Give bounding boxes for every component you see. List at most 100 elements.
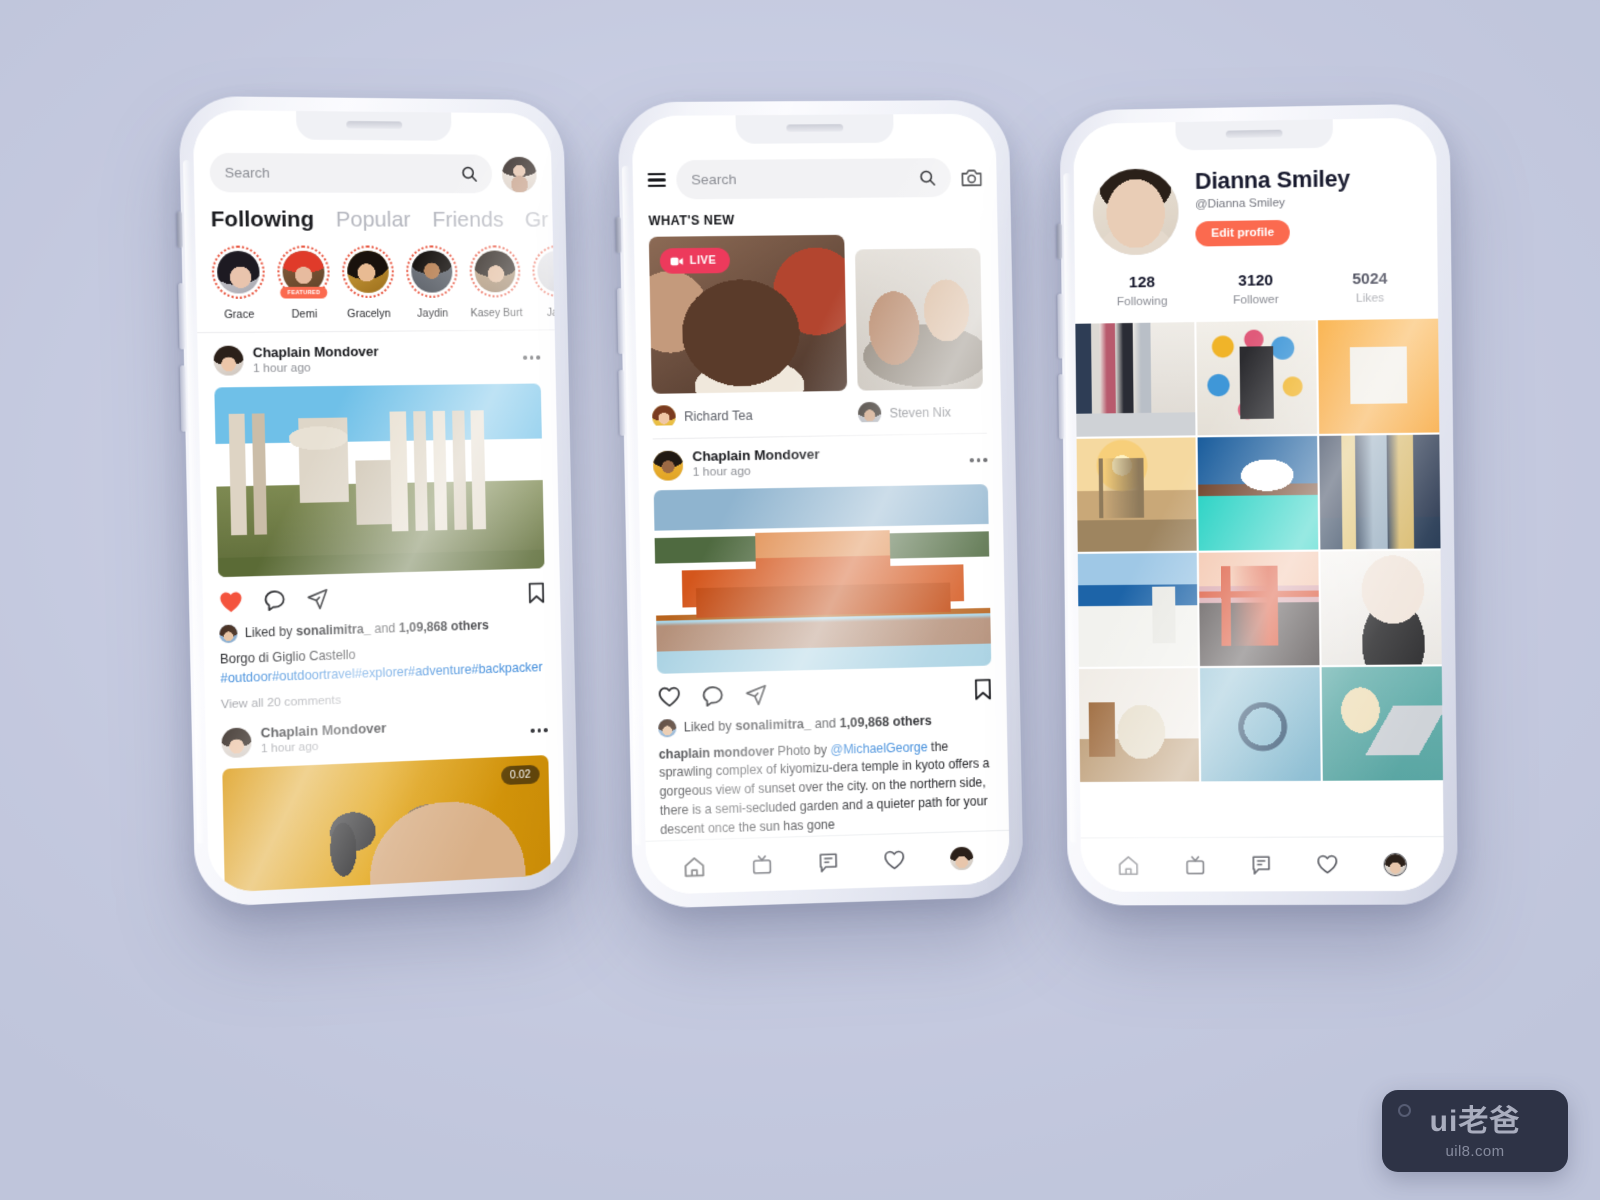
search-icon[interactable] [918, 169, 936, 187]
phone2-volume-up-button[interactable] [616, 288, 624, 355]
share-icon[interactable] [744, 683, 768, 706]
live-card[interactable]: LIVE Richard Tea [648, 234, 848, 427]
video-card[interactable]: Steven Nix [854, 233, 984, 426]
phone2-volume-down-button[interactable] [618, 369, 625, 436]
post-caption: chaplain mondover Photo by @MichaelGeorg… [644, 728, 1009, 841]
search-input[interactable]: Search [209, 152, 493, 194]
avatar[interactable] [652, 450, 684, 481]
grid-item[interactable] [1320, 550, 1442, 666]
grid-item[interactable] [1075, 322, 1196, 437]
phone2-screen: Search WHAT'S NEW LIVE Richard Tea Steve… [631, 113, 1010, 895]
card-user[interactable]: Richard Tea [652, 391, 848, 427]
grid-item[interactable] [1199, 667, 1321, 782]
avatar[interactable] [501, 156, 537, 192]
liked-user[interactable]: sonalimitra_ [735, 717, 811, 734]
phone-mockup-2: Search WHAT'S NEW LIVE Richard Tea Steve… [615, 99, 1024, 910]
story-thumb [216, 251, 260, 294]
stat-likes[interactable]: 5024 Likes [1313, 269, 1428, 305]
bottom-tabbar[interactable] [1080, 836, 1445, 892]
bottom-tabbar[interactable] [645, 829, 1010, 895]
tab-following[interactable]: Following [211, 207, 315, 233]
heart-icon[interactable] [1317, 854, 1339, 874]
heart-icon[interactable] [884, 850, 906, 871]
story-item[interactable]: FEATURED Demi [276, 245, 331, 321]
card-user[interactable]: Steven Nix [857, 389, 984, 426]
tv-icon[interactable] [1184, 854, 1206, 875]
avatar[interactable] [213, 345, 244, 376]
liked-count[interactable]: 1,09,868 others [399, 618, 489, 636]
chat-icon[interactable] [817, 852, 839, 874]
phone2-app: Search WHAT'S NEW LIVE Richard Tea Steve… [631, 113, 1010, 895]
video-post[interactable]: 0.02 [222, 755, 551, 893]
tv-icon[interactable] [750, 854, 773, 876]
avatar[interactable] [221, 727, 252, 759]
photo-grid[interactable] [1075, 318, 1443, 782]
share-icon[interactable] [306, 588, 329, 611]
tab-friends[interactable]: Friends [432, 208, 504, 233]
feed-tabs[interactable]: Following Popular Friends Gr [194, 192, 553, 236]
grid-item[interactable] [1197, 435, 1319, 551]
story-name: Jane [546, 306, 555, 320]
heart-icon-filled[interactable] [219, 590, 244, 613]
bookmark-icon[interactable] [974, 678, 992, 700]
profile-avatar[interactable] [1383, 852, 1407, 876]
edit-profile-button[interactable]: Edit profile [1195, 220, 1290, 247]
story-item[interactable]: Jane [531, 245, 555, 320]
whats-new-carousel[interactable]: LIVE Richard Tea Steven Nix [634, 233, 1001, 427]
search-input[interactable]: Search [676, 158, 952, 200]
phone1-mute-button[interactable] [176, 211, 183, 248]
home-icon[interactable] [683, 856, 706, 878]
story-item[interactable]: Jaydin [405, 245, 459, 320]
grid-item[interactable] [1319, 434, 1441, 550]
video-card-image[interactable] [854, 248, 983, 391]
tab-groups[interactable]: Gr [524, 208, 548, 233]
comment-icon[interactable] [263, 589, 287, 612]
stat-following[interactable]: 128 Following [1085, 273, 1199, 309]
grid-item[interactable] [1321, 666, 1443, 781]
chat-icon[interactable] [1250, 854, 1272, 875]
grid-item[interactable] [1198, 551, 1320, 667]
circle-icon [1398, 1104, 1411, 1117]
stories-row[interactable]: Grace FEATURED Demi Gracelyn Jaydin Kase… [195, 236, 555, 325]
story-item[interactable]: Kasey Burt [469, 245, 523, 320]
grid-item[interactable] [1196, 320, 1318, 436]
stat-follower[interactable]: 3120 Follower [1199, 271, 1313, 307]
liked-user[interactable]: sonalimitra_ [296, 622, 371, 639]
hamburger-menu-icon[interactable] [647, 172, 666, 188]
profile-avatar[interactable] [949, 846, 974, 871]
grid-item[interactable] [1078, 668, 1200, 782]
post-image[interactable] [214, 383, 545, 578]
more-options-icon[interactable] [969, 457, 988, 462]
liked-count[interactable]: 1,09,868 others [839, 713, 931, 730]
phone3-volume-up-button[interactable] [1057, 293, 1064, 359]
caption-mention[interactable]: @MichaelGeorge [830, 739, 927, 756]
stat-label: Likes [1355, 292, 1385, 306]
grid-item[interactable] [1076, 437, 1197, 552]
phone1-volume-up-button[interactable] [178, 283, 185, 350]
camera-icon[interactable] [961, 168, 982, 187]
story-item[interactable]: Grace [211, 245, 266, 321]
phone3-volume-down-button[interactable] [1058, 374, 1065, 440]
grid-item[interactable] [1077, 552, 1198, 667]
phone2-mute-button[interactable] [615, 216, 622, 254]
comment-icon[interactable] [701, 684, 725, 707]
heart-icon[interactable] [657, 686, 681, 708]
post-header: Chaplain Mondover 1 hour ago [638, 434, 1003, 491]
bookmark-icon[interactable] [528, 582, 546, 604]
story-item[interactable]: Gracelyn [341, 245, 395, 321]
live-card-image[interactable]: LIVE [648, 234, 848, 394]
more-options-icon[interactable] [530, 728, 548, 733]
phone1-volume-down-button[interactable] [179, 365, 187, 432]
phone2-notch [735, 114, 894, 144]
more-options-icon[interactable] [523, 355, 541, 360]
caption-username[interactable]: chaplain mondover [659, 743, 775, 761]
phone3-mute-button[interactable] [1056, 223, 1063, 260]
avatar[interactable] [1092, 168, 1179, 256]
post-image[interactable] [653, 484, 992, 674]
tab-popular[interactable]: Popular [336, 207, 411, 232]
phone-mockup-3: Dianna Smiley @Dianna Smiley Edit profil… [1056, 103, 1458, 906]
search-icon[interactable] [460, 165, 478, 183]
story-thumb [410, 250, 453, 293]
home-icon[interactable] [1118, 855, 1140, 876]
grid-item[interactable] [1318, 318, 1440, 434]
